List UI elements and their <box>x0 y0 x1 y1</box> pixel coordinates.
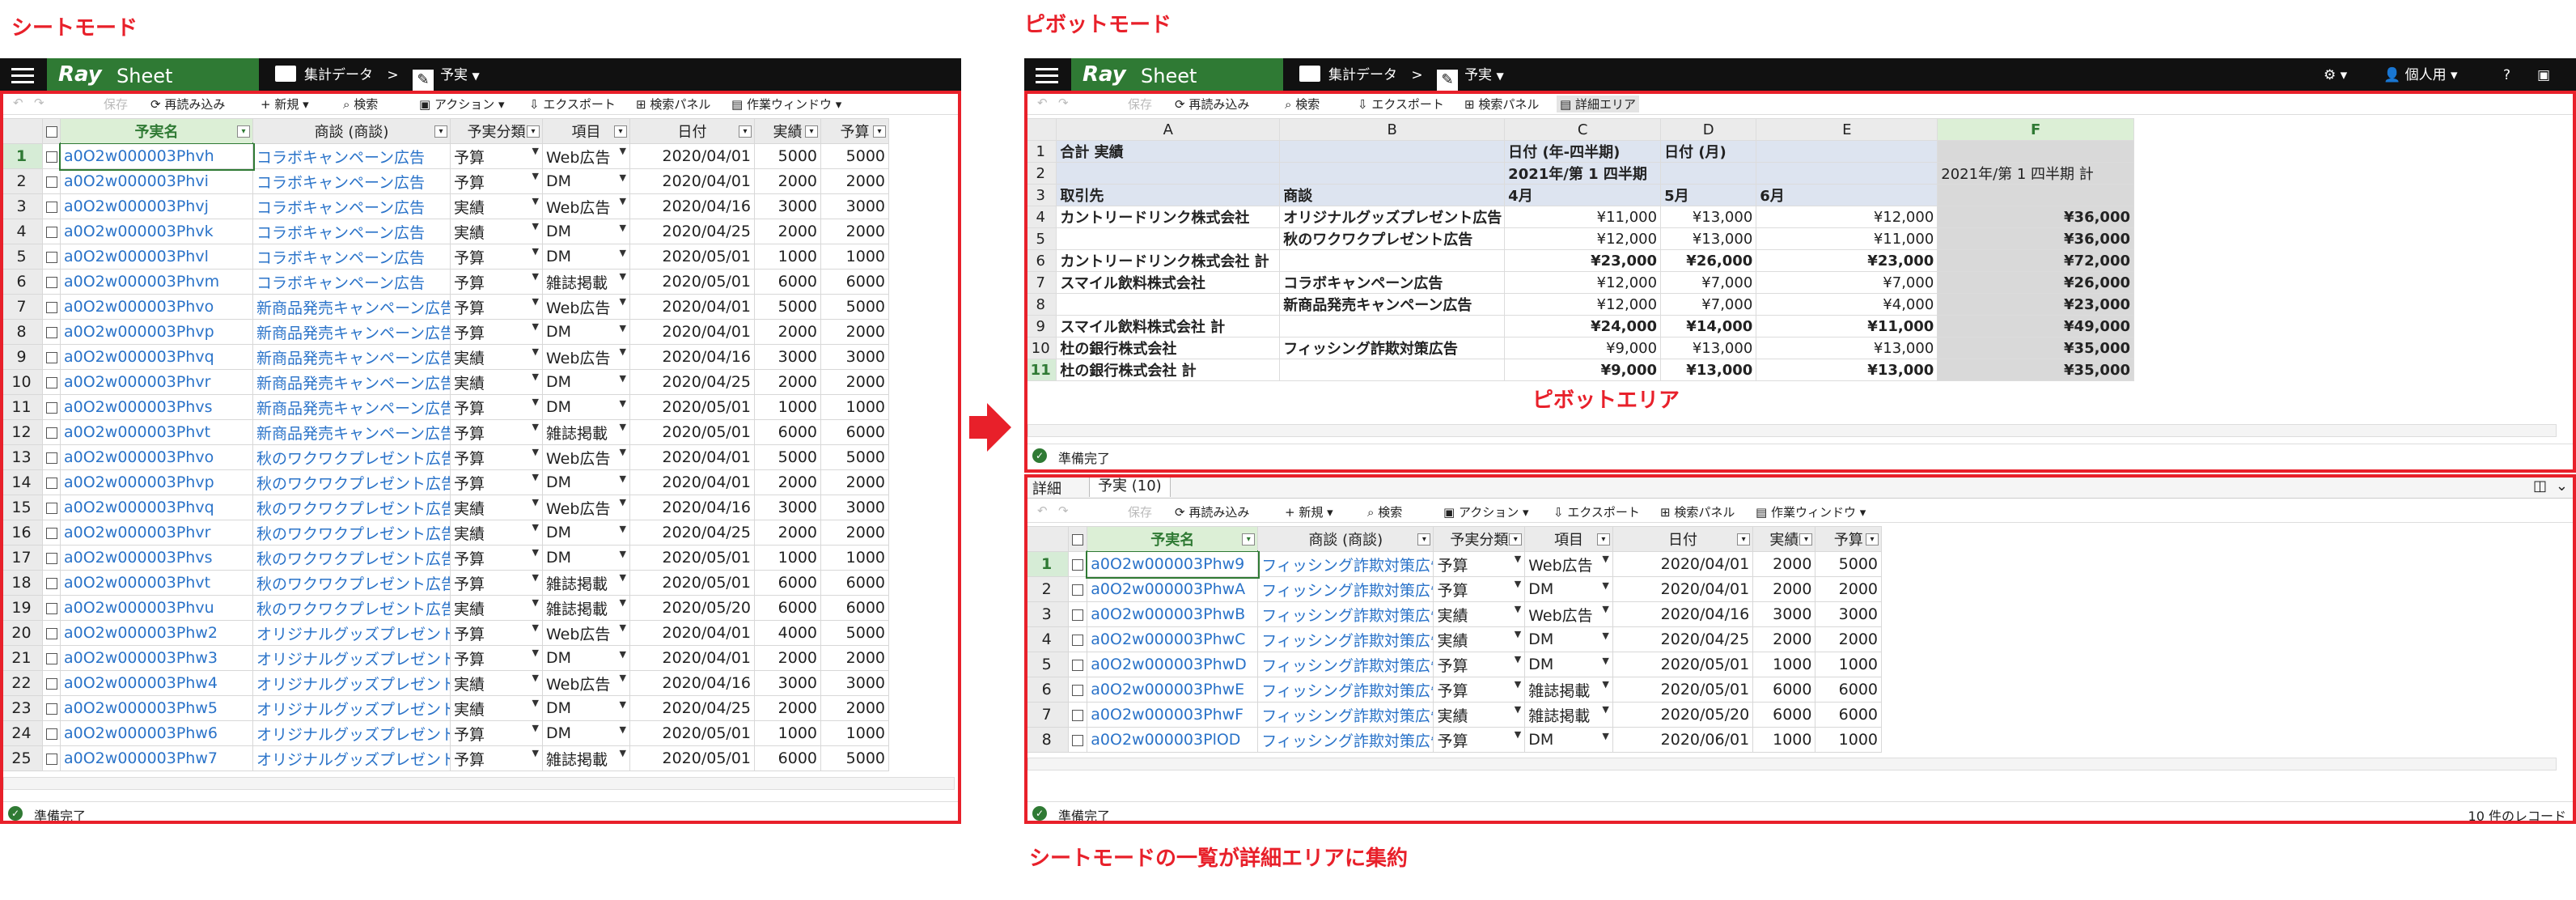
breadcrumb: 集計データ > ✎ 予実 ▼ <box>275 58 480 92</box>
app-header: Ray Sheet 集計データ > ✎ 予実 ▼ <box>0 58 961 92</box>
folder-icon <box>275 66 296 82</box>
user-icon: 👤 <box>2383 67 2401 83</box>
sheet-highlight-box <box>0 91 961 824</box>
user-label: 個人用 <box>2404 67 2447 83</box>
app-logo: Ray Sheet <box>1071 58 1283 92</box>
breadcrumb-sheet[interactable]: 予実 <box>440 67 468 83</box>
breadcrumb-sheet[interactable]: 予実 <box>1464 67 1492 83</box>
gear-icon: ⚙ <box>2324 67 2337 83</box>
breadcrumb-folder[interactable]: 集計データ <box>1328 67 1397 83</box>
help-button[interactable]: ? <box>2503 58 2510 92</box>
breadcrumb-folder[interactable]: 集計データ <box>304 67 373 83</box>
breadcrumb: 集計データ > ✎ 予実 ▼ <box>1299 58 1504 92</box>
caption-pivot-mode: ピボットモード <box>1024 13 1172 37</box>
right-arrow-icon <box>969 403 1011 452</box>
breadcrumb-separator: > <box>1411 67 1423 83</box>
app-header-pivot: Ray Sheet 集計データ > ✎ 予実 ▼ ⚙ ▾ 👤 個人用 ▾ ? ▣ <box>1024 58 2576 92</box>
pivot-highlight-box <box>1024 91 2576 473</box>
wrench-icon: ✎ <box>413 70 434 91</box>
hamburger-menu-icon[interactable] <box>0 58 45 92</box>
breadcrumb-separator: > <box>387 67 399 83</box>
settings-menu[interactable]: ⚙ ▾ <box>2324 58 2347 92</box>
wrench-icon: ✎ <box>1437 70 1459 91</box>
window-icon[interactable]: ▣ <box>2537 58 2550 92</box>
caption-sheet-mode: シートモード <box>11 16 138 40</box>
user-menu[interactable]: 👤 個人用 ▾ <box>2383 58 2458 92</box>
folder-icon <box>1299 66 1320 82</box>
caption-detail-note: シートモードの一覧が詳細エリアに集約 <box>1029 847 1409 871</box>
detail-highlight-box <box>1024 474 2576 824</box>
hamburger-menu-icon[interactable] <box>1024 58 1070 92</box>
app-logo: Ray Sheet <box>47 58 259 92</box>
